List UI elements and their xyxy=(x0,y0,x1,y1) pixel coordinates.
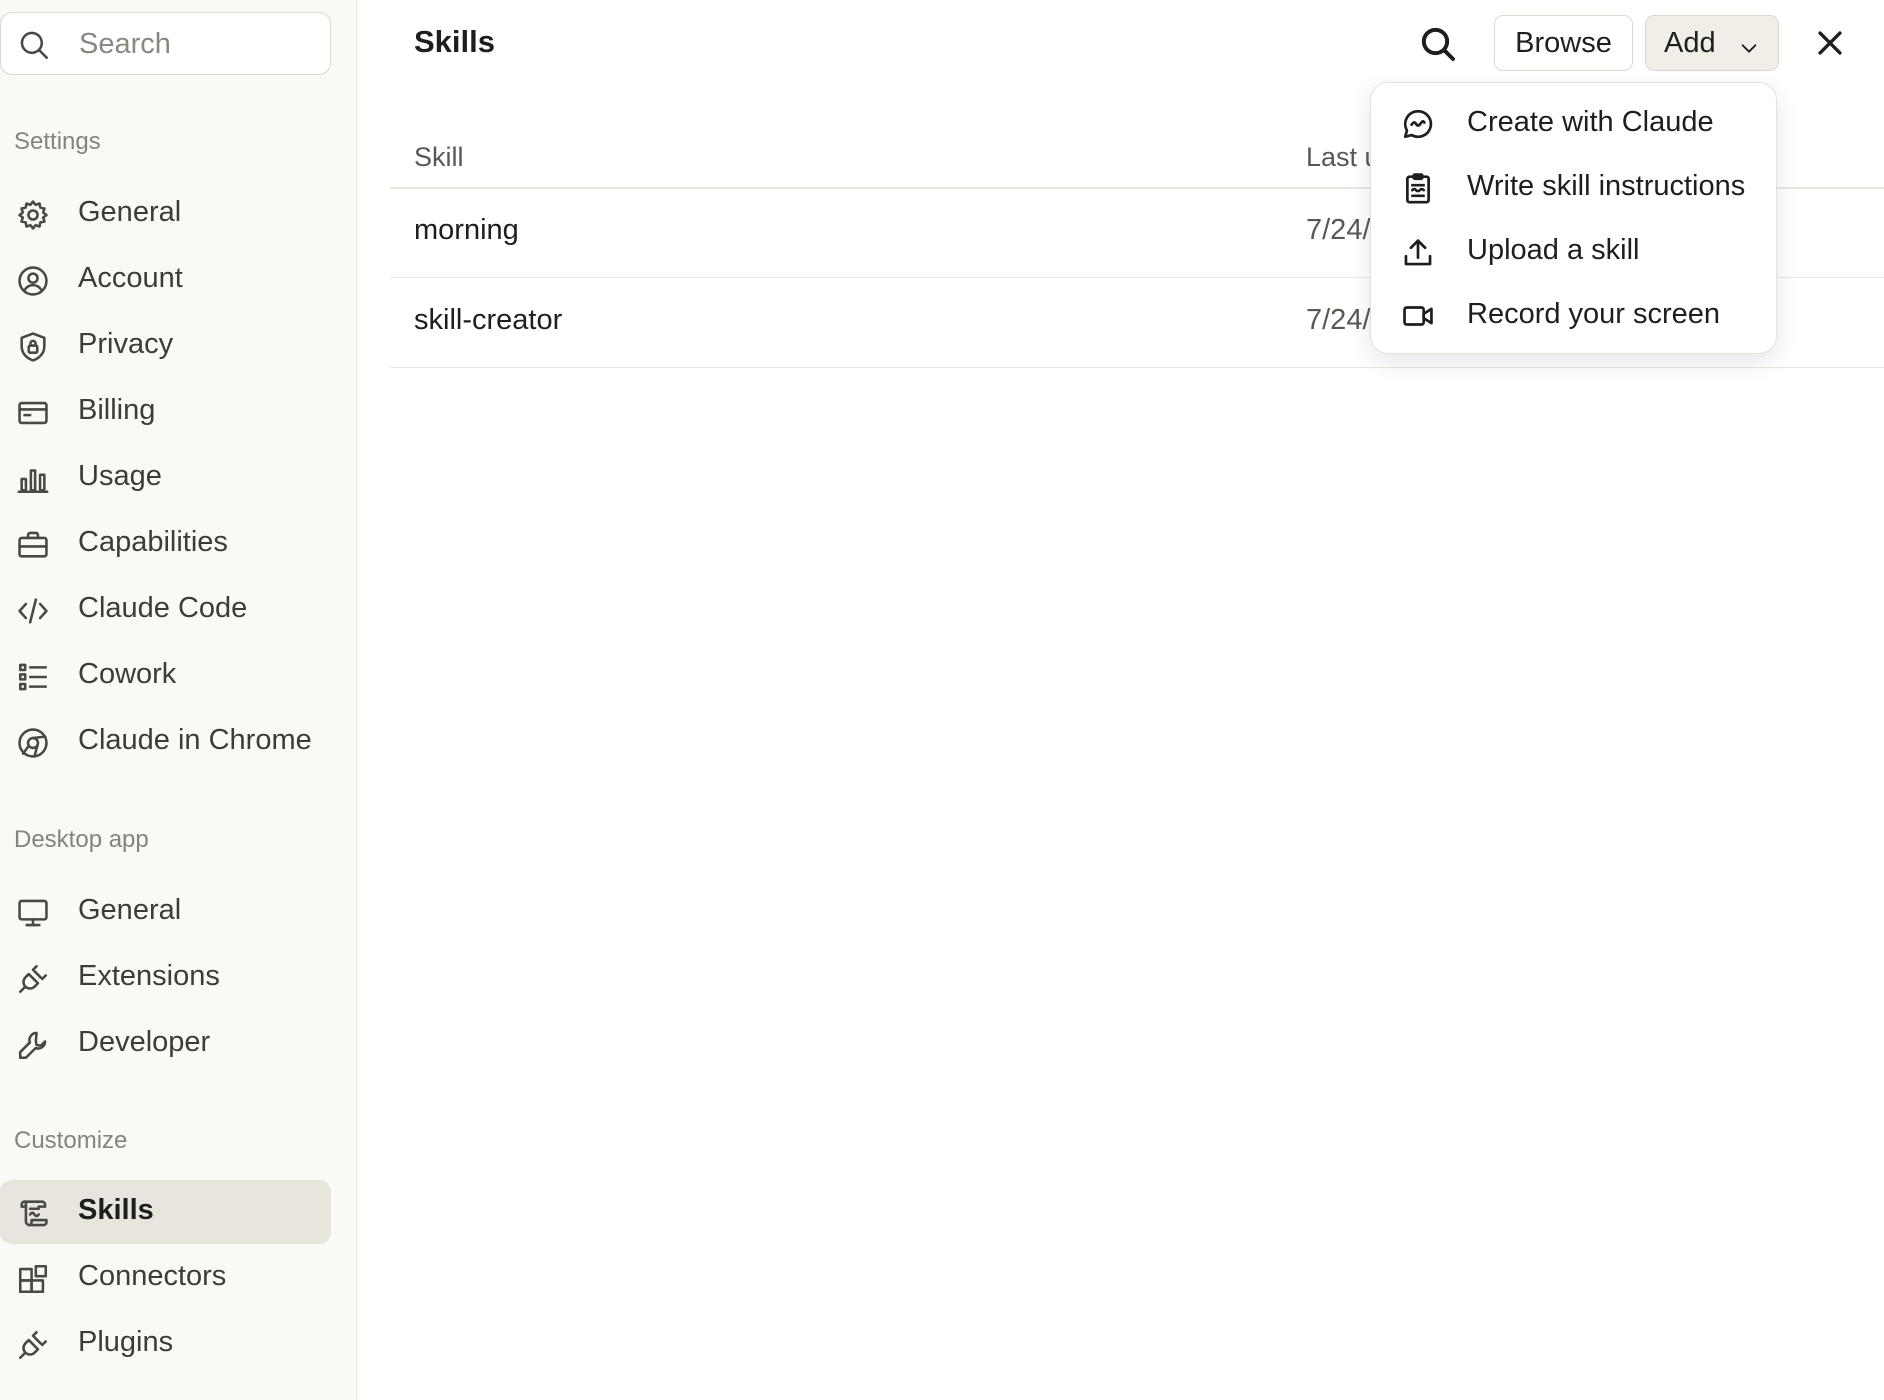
sidebar-item-label: Skills xyxy=(78,1194,154,1226)
briefcase-icon xyxy=(16,528,50,562)
chat-bubble-icon xyxy=(1401,107,1435,141)
plug-icon xyxy=(16,1328,50,1362)
close-icon xyxy=(1813,31,1847,64)
sidebar-item-label: General xyxy=(78,894,182,926)
sidebar-item-privacy[interactable]: Privacy xyxy=(0,314,331,378)
sidebar-item-capabilities[interactable]: Capabilities xyxy=(0,512,331,576)
video-camera-icon xyxy=(1401,299,1435,333)
sidebar-item-label: Usage xyxy=(78,460,162,492)
sidebar-item-general[interactable]: General xyxy=(0,182,331,246)
plug-icon xyxy=(16,962,50,996)
sidebar-item-label: Privacy xyxy=(78,328,174,360)
sidebar-item-label: Cowork xyxy=(78,658,177,690)
upload-icon xyxy=(1401,235,1435,269)
blocks-icon xyxy=(16,1262,50,1296)
column-header-last-used[interactable]: Last u xyxy=(1306,142,1380,173)
browse-button[interactable]: Browse xyxy=(1494,15,1633,71)
sidebar-item-label: General xyxy=(78,196,182,228)
menu-item-label: Record your screen xyxy=(1467,298,1721,330)
shield-lock-icon xyxy=(16,330,50,364)
sidebar-item-label: Account xyxy=(78,262,183,294)
code-icon xyxy=(16,594,50,628)
menu-item-label: Create with Claude xyxy=(1467,106,1714,138)
skill-name: morning xyxy=(414,214,519,246)
credit-card-icon xyxy=(16,396,50,430)
settings-window: Settings General Account Privacy Billing xyxy=(0,0,1884,1400)
sidebar-item-label: Capabilities xyxy=(78,526,228,558)
menu-item-record-your-screen[interactable]: Record your screen xyxy=(1383,285,1766,345)
wrench-icon xyxy=(16,1028,50,1062)
sidebar-item-connectors[interactable]: Connectors xyxy=(0,1246,331,1310)
menu-item-upload-a-skill[interactable]: Upload a skill xyxy=(1383,221,1766,281)
column-header-skill[interactable]: Skill xyxy=(414,142,464,173)
sidebar-item-claude-code[interactable]: Claude Code xyxy=(0,578,331,642)
menu-item-label: Write skill instructions xyxy=(1467,170,1746,202)
gear-icon xyxy=(16,198,50,232)
page-title: Skills xyxy=(414,24,495,59)
sidebar-item-label: Connectors xyxy=(78,1260,227,1292)
section-label-desktop-app: Desktop app xyxy=(14,826,149,853)
sidebar-item-extensions[interactable]: Extensions xyxy=(0,946,331,1010)
sidebar-item-label: Plugins xyxy=(78,1326,174,1358)
menu-item-write-skill-instructions[interactable]: Write skill instructions xyxy=(1383,157,1766,217)
sidebar-item-label: Extensions xyxy=(78,960,220,992)
sidebar-item-label: Developer xyxy=(78,1026,211,1058)
search-icon xyxy=(1418,27,1458,68)
skill-last-used: 7/24/ xyxy=(1306,304,1371,336)
sidebar-item-plugins[interactable]: Plugins xyxy=(0,1312,331,1376)
add-button-label: Add xyxy=(1664,26,1716,59)
sidebar-item-claude-in-chrome[interactable]: Claude in Chrome xyxy=(0,710,331,774)
sidebar-item-label: Claude in Chrome xyxy=(78,724,312,756)
sidebar-item-desktop-general[interactable]: General xyxy=(0,880,331,944)
menu-item-create-with-claude[interactable]: Create with Claude xyxy=(1383,93,1766,153)
chevron-down-icon xyxy=(1738,34,1760,56)
section-label-settings: Settings xyxy=(14,128,101,155)
search-skills-button[interactable] xyxy=(1418,24,1458,64)
skill-name: skill-creator xyxy=(414,304,563,336)
add-button[interactable]: Add xyxy=(1645,15,1779,71)
clipboard-icon xyxy=(1401,171,1435,205)
sidebar-item-cowork[interactable]: Cowork xyxy=(0,644,331,708)
user-circle-icon xyxy=(16,264,50,298)
sidebar-item-usage[interactable]: Usage xyxy=(0,446,331,510)
sidebar-item-account[interactable]: Account xyxy=(0,248,331,312)
bar-chart-icon xyxy=(16,462,50,496)
sidebar: Settings General Account Privacy Billing xyxy=(0,0,357,1400)
sidebar-item-skills[interactable]: Skills xyxy=(0,1180,331,1244)
skill-last-used: 7/24/ xyxy=(1306,214,1371,246)
sidebar-item-label: Claude Code xyxy=(78,592,248,624)
sidebar-item-developer[interactable]: Developer xyxy=(0,1012,331,1076)
section-label-customize: Customize xyxy=(14,1127,128,1154)
close-button[interactable] xyxy=(1813,26,1847,60)
monitor-icon xyxy=(16,896,50,930)
sidebar-item-label: Billing xyxy=(78,394,156,426)
search-icon xyxy=(17,28,51,62)
menu-item-label: Upload a skill xyxy=(1467,234,1640,266)
globe-icon xyxy=(16,726,50,760)
checklist-icon xyxy=(16,660,50,694)
search-input[interactable] xyxy=(79,25,319,63)
add-dropdown-menu: Create with Claude Write skill instructi… xyxy=(1370,82,1777,354)
sidebar-item-billing[interactable]: Billing xyxy=(0,380,331,444)
sidebar-search[interactable] xyxy=(0,12,331,75)
scroll-icon xyxy=(16,1196,50,1230)
